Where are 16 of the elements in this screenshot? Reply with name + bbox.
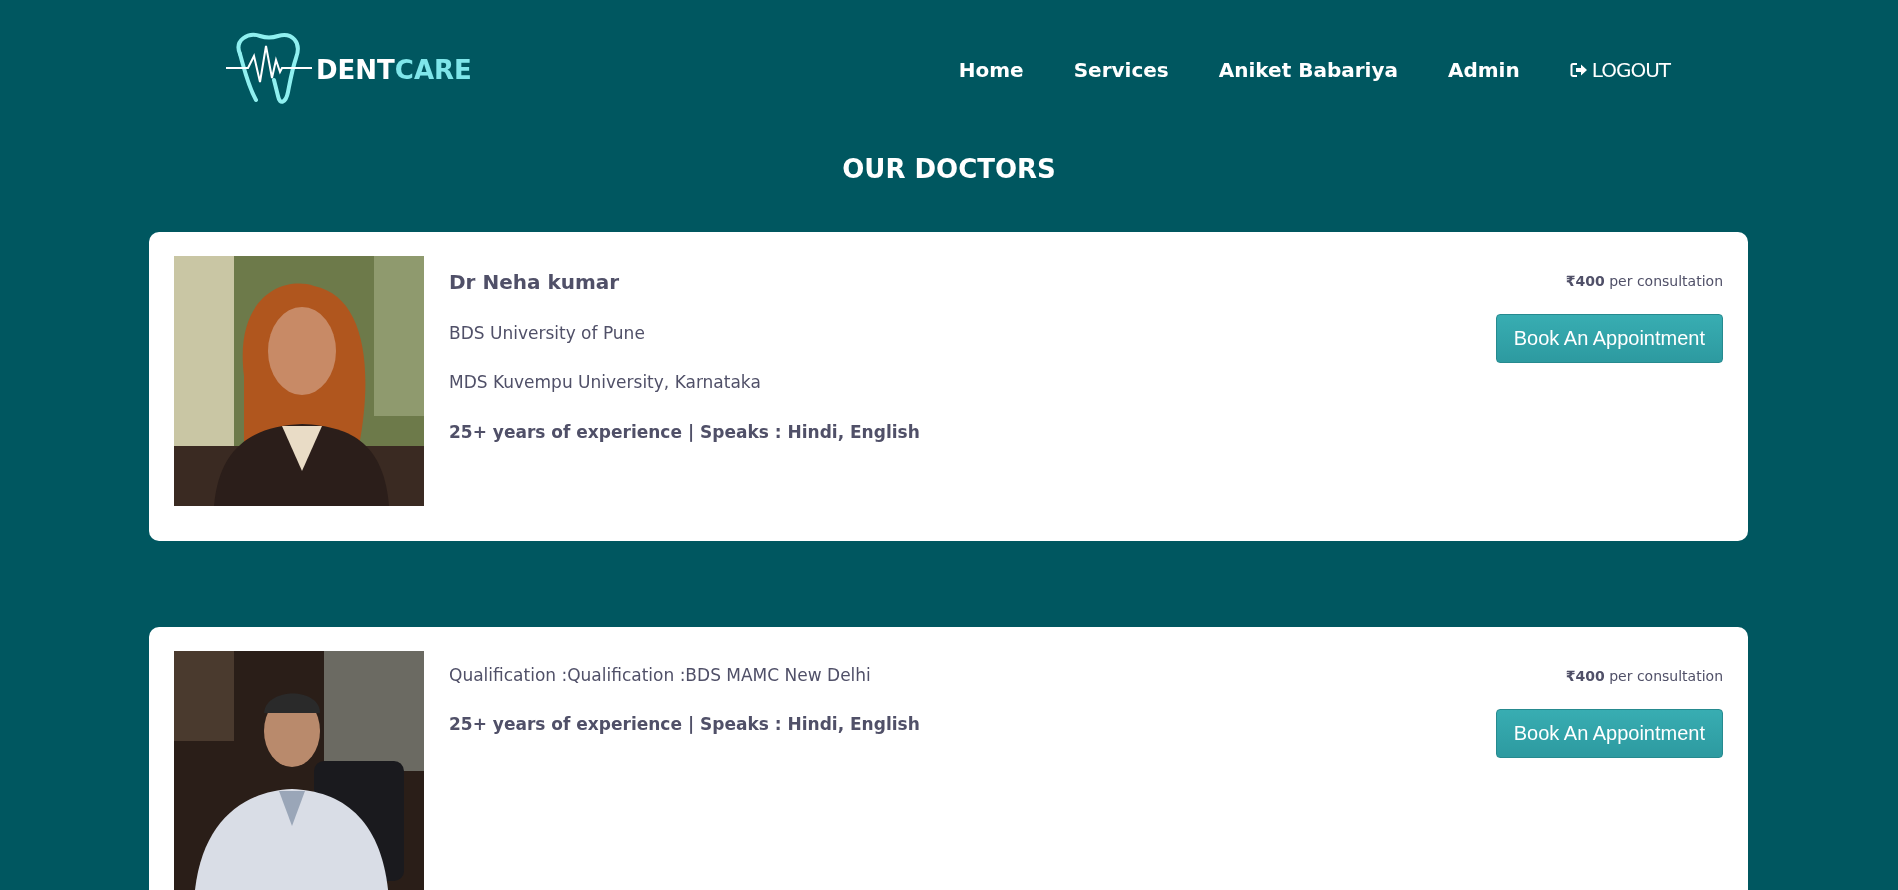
page-title: OUR DOCTORS [841, 154, 1057, 184]
experience-text: 25+ years of experience | Speaks : Hindi, English [449, 714, 921, 735]
consultation-price: ₹400 per consultation [1565, 273, 1723, 289]
nav-link[interactable]: Home [958, 58, 1024, 82]
logout-link[interactable]: LOGOUT [1569, 58, 1670, 82]
consultation-price: ₹400 per consultation [1565, 668, 1723, 684]
nav-link[interactable]: Aniket Babariya [1218, 58, 1398, 82]
qualification-text: BDS University of Pune [449, 323, 646, 344]
brand-name: DENTCARE [316, 55, 472, 85]
nav-link[interactable]: Services [1073, 58, 1169, 82]
qualification-text: MDS Kuvempu University, Karnataka [449, 372, 762, 393]
sign-out-icon [1569, 62, 1588, 78]
doctor-name: Dr Neha kumar [449, 270, 621, 294]
nav-link[interactable]: Admin [1448, 58, 1520, 82]
qualification-text: Qualification :Qualification :BDS MAMC New Delhi [449, 665, 872, 686]
experience-text: 25+ years of experience | Speaks : Hindi, English [449, 421, 921, 443]
